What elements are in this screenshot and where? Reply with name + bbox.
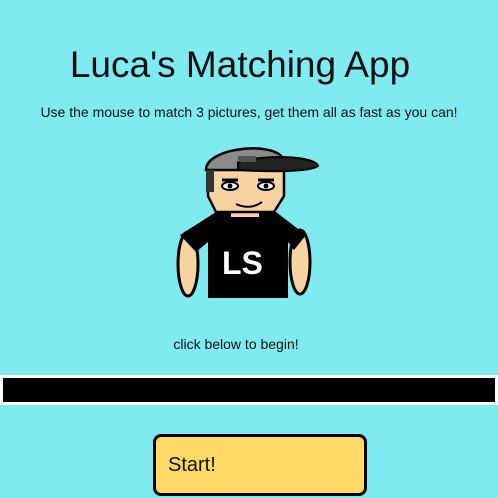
app-title: Luca's Matching App xyxy=(69,44,411,85)
start-button[interactable]: Start! xyxy=(153,434,367,496)
cartoon-boy-icon: LS xyxy=(176,142,321,302)
begin-hint-text: click below to begin! xyxy=(173,336,299,352)
shirt-logo: LS xyxy=(222,245,263,281)
divider-bar xyxy=(3,378,495,402)
divider xyxy=(0,375,498,405)
instructions-text: Use the mouse to match 3 pictures, get t… xyxy=(40,104,458,120)
